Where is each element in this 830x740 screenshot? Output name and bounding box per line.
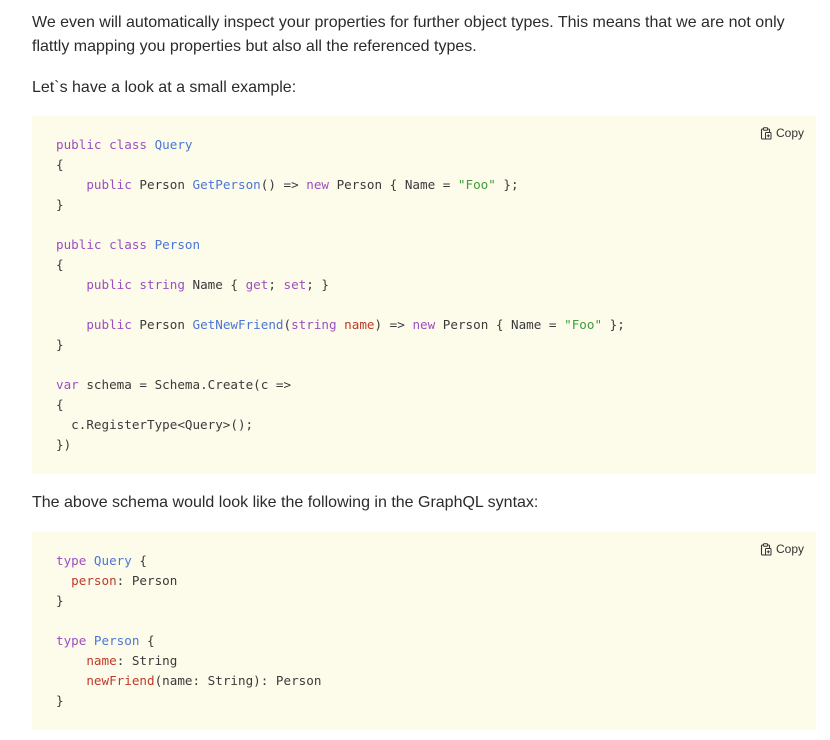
clipboard-icon: [760, 126, 772, 140]
code-line: {: [56, 395, 625, 415]
code-token: : Person: [116, 573, 178, 588]
clipboard-icon: [760, 542, 772, 556]
code-token: public string: [86, 277, 193, 292]
code-token: };: [495, 177, 519, 192]
copy-label: Copy: [775, 126, 804, 140]
code-token: GetPerson: [192, 177, 261, 192]
code-line: newFriend(name: String): Person: [56, 671, 321, 691]
code-token: }): [56, 437, 72, 452]
code-token: }: [56, 693, 64, 708]
copy-button[interactable]: Copy: [760, 126, 804, 140]
code-token: : String: [116, 653, 178, 668]
code-token: {: [131, 553, 148, 568]
code-token: Person: [139, 177, 193, 192]
code-line: }: [56, 195, 625, 215]
code-line: }: [56, 691, 321, 711]
code-token: type: [56, 553, 94, 568]
code-token: newFriend: [86, 673, 155, 688]
code-token: (name: String): Person: [154, 673, 322, 688]
code-line: name: String: [56, 651, 321, 671]
code-line: public Person GetNewFriend(string name) …: [56, 315, 625, 335]
code-line: public class Person: [56, 235, 625, 255]
code-token: Person { Name =: [442, 317, 565, 332]
code-line: }: [56, 591, 321, 611]
code-token: public: [86, 177, 140, 192]
code-token: get: [245, 277, 269, 292]
copy-button[interactable]: Copy: [760, 542, 804, 556]
code-token: {: [56, 257, 64, 272]
code-token: Person: [93, 633, 140, 648]
code-line: var schema = Schema.Create(c =>: [56, 375, 625, 395]
code-token: {: [56, 157, 64, 172]
code-line: type Person {: [56, 631, 321, 651]
code-token: }: [56, 337, 64, 352]
code-token: (: [283, 317, 292, 332]
code-token: Person: [139, 317, 193, 332]
code-token: Query: [93, 553, 132, 568]
code-token: GetNewFriend: [192, 317, 284, 332]
code-token: Query: [154, 137, 193, 152]
code-line: person: Person: [56, 571, 321, 591]
code-line: }: [56, 335, 625, 355]
code-token: Person: [154, 237, 201, 252]
code-token: "Foo": [564, 317, 603, 332]
code-token: {: [56, 397, 64, 412]
code-token: Name {: [192, 277, 246, 292]
code-token: var: [56, 377, 87, 392]
code-token: new: [306, 177, 337, 192]
code-token: "Foo": [457, 177, 496, 192]
code-token: }: [56, 593, 64, 608]
intro-paragraph: We even will automatically inspect your …: [32, 14, 785, 55]
example-paragraph: Let`s have a look at a small example:: [32, 79, 297, 96]
graphql-code-block: Copy type Query { person: Person} type Pe…: [32, 532, 816, 730]
document: We even will automatically inspect your …: [0, 0, 830, 740]
schema-paragraph: The above schema would look like the fol…: [32, 494, 539, 511]
code-token: public class: [56, 237, 155, 252]
code-token: () =>: [260, 177, 307, 192]
code-line: public class Query: [56, 135, 625, 155]
code-line: {: [56, 255, 625, 275]
code-token: public class: [56, 137, 155, 152]
code-line: c.RegisterType<Query>();: [56, 415, 625, 435]
code-line: {: [56, 155, 625, 175]
code-line: type Query {: [56, 551, 321, 571]
code-token: name: [86, 653, 117, 668]
code-token: schema = Schema.Create(c =>: [86, 377, 292, 392]
code-token: string: [291, 317, 345, 332]
code-line: public string Name { get; set; }: [56, 275, 625, 295]
code-token: type: [56, 633, 94, 648]
code-token: new: [412, 317, 443, 332]
code-token: set: [283, 277, 307, 292]
code-line: }): [56, 435, 625, 455]
code-content: type Query { person: Person} type Person …: [56, 551, 321, 711]
code-token: c.RegisterType<Query>();: [56, 417, 254, 432]
code-token: public: [86, 317, 140, 332]
code-token: ; }: [306, 277, 329, 292]
code-line: public Person GetPerson() => new Person …: [56, 175, 625, 195]
code-token: };: [602, 317, 625, 332]
code-token: ;: [268, 277, 284, 292]
code-token: name: [344, 317, 375, 332]
code-token: person: [71, 573, 117, 588]
copy-label: Copy: [775, 542, 804, 556]
code-content: public class Query { public Person GetPer…: [56, 135, 625, 455]
code-token: Person { Name =: [336, 177, 458, 192]
code-token: }: [56, 197, 64, 212]
csharp-code-block: Copy public class Query { public Person G…: [32, 116, 816, 474]
code-token: ) =>: [374, 317, 413, 332]
code-token: {: [139, 633, 155, 648]
